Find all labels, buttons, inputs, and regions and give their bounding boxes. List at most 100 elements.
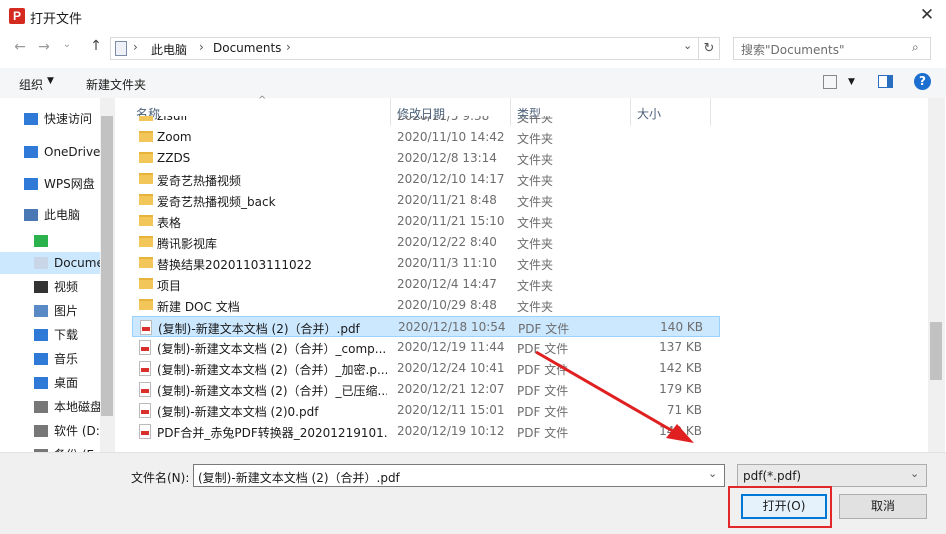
- close-icon[interactable]: ✕: [916, 5, 938, 25]
- file-row[interactable]: (复制)-新建文本文档 (2)（合并）_comp... 2020/12/19 11…: [132, 337, 720, 358]
- up-arrow-icon[interactable]: ↑: [86, 38, 106, 54]
- file-row[interactable]: 替换结果20201103111022 2020/11/3 11:10 文件夹: [132, 253, 720, 274]
- file-size: 137 KB: [659, 340, 702, 354]
- drive-icon: [34, 401, 48, 413]
- file-type: 文件夹: [517, 300, 554, 314]
- pdf-file-icon: [139, 403, 151, 418]
- file-type: 文件夹: [517, 279, 554, 293]
- green-app-icon: [34, 235, 48, 247]
- sidebar-item[interactable]: 图片: [0, 300, 100, 322]
- file-row[interactable]: 项目 2020/12/4 14:47 文件夹: [132, 274, 720, 295]
- breadcrumb-separator-icon: ›: [286, 40, 291, 54]
- nav-scrollbar[interactable]: [100, 98, 115, 453]
- sidebar-item-label: 图片: [54, 304, 79, 318]
- pdf-file-icon: [139, 361, 151, 376]
- navigation-pane: 快速访问 OneDrive WPS网盘此电脑 Docume 视频图片下载音乐桌面本地磁盘…: [0, 98, 116, 453]
- sidebar-item[interactable]: 此电脑: [0, 204, 100, 226]
- file-size: 142 KB: [659, 361, 702, 375]
- filename-value: (复制)-新建文本文档 (2)（合并）.pdf: [198, 471, 400, 485]
- file-type-select[interactable]: pdf(*.pdf) ⌄: [737, 464, 927, 487]
- file-row[interactable]: zisuil 2020/11/5 9:38 文件夹: [132, 116, 720, 127]
- sidebar-item[interactable]: WPS网盘: [0, 173, 100, 195]
- sidebar-item[interactable]: 本地磁盘: [0, 396, 100, 418]
- sidebar-item-label: 本地磁盘: [54, 400, 100, 414]
- pdf-file-icon: [139, 340, 151, 355]
- sidebar-item[interactable]: 快速访问: [0, 108, 100, 130]
- sidebar-item[interactable]: 视频: [0, 276, 100, 298]
- filename-label: 文件名(N):: [131, 471, 190, 485]
- file-date: 2020/11/3 11:10: [397, 256, 497, 270]
- folder-icon: [139, 131, 153, 142]
- toolbar: 组织 ▼ 新建文件夹 ▼ ?: [0, 68, 946, 98]
- file-row[interactable]: (复制)-新建文本文档 (2)0.pdf 2020/12/11 15:01 PDF …: [132, 400, 720, 421]
- file-date: 2020/11/10 14:42: [397, 130, 505, 144]
- sidebar-item-label: OneDrive: [44, 145, 100, 159]
- file-row[interactable]: 表格 2020/11/21 15:10 文件夹: [132, 211, 720, 232]
- file-date: 2020/12/21 12:07: [397, 382, 505, 396]
- pdf-file-icon: [139, 424, 151, 439]
- list-scrollbar[interactable]: [928, 98, 945, 452]
- file-row[interactable]: (复制)-新建文本文档 (2)（合并）_加密.p... 2020/12/24 10…: [132, 358, 720, 379]
- file-name: 腾讯影视库: [157, 237, 218, 251]
- breadcrumb-this-pc[interactable]: 此电脑: [151, 41, 187, 58]
- filename-input[interactable]: (复制)-新建文本文档 (2)（合并）.pdf ⌄: [193, 464, 725, 487]
- refresh-icon[interactable]: ↻: [698, 37, 720, 60]
- file-type: 文件夹: [517, 153, 554, 167]
- sidebar-item[interactable]: 下载: [0, 324, 100, 346]
- organize-menu[interactable]: 组织: [19, 76, 43, 93]
- sidebar-item-label: Docume: [54, 256, 100, 270]
- address-dropdown-icon[interactable]: ⌄: [683, 39, 692, 52]
- file-row[interactable]: (复制)-新建文本文档 (2)（合并）_已压缩... 2020/12/21 12:…: [132, 379, 720, 400]
- new-folder-button[interactable]: 新建文件夹: [86, 76, 146, 93]
- cloud-icon: [24, 146, 38, 158]
- sidebar-item-label: 快速访问: [44, 112, 93, 126]
- cancel-button[interactable]: 取消: [839, 494, 927, 519]
- list-scroll-thumb[interactable]: [930, 322, 942, 380]
- open-button-highlight-box: [728, 486, 832, 528]
- folder-icon: [139, 299, 153, 310]
- breadcrumb-documents[interactable]: Documents: [213, 41, 281, 55]
- file-type-chevron-icon[interactable]: ⌄: [910, 467, 919, 480]
- file-name: Zoom: [157, 130, 192, 144]
- search-input[interactable]: 搜索"Documents" ⌕: [733, 37, 931, 60]
- recent-chevron-icon[interactable]: ⌄: [57, 39, 77, 50]
- file-name: ZZDS: [157, 151, 191, 165]
- sidebar-item[interactable]: OneDrive: [0, 141, 100, 163]
- file-row[interactable]: PDF合并_赤兔PDF转换器_20201219101... 2020/12/19 …: [132, 421, 720, 442]
- address-bar[interactable]: › 此电脑 › Documents › ⌄: [110, 37, 699, 60]
- folder-icon: [139, 152, 153, 163]
- view-options-icon[interactable]: [823, 75, 837, 89]
- file-row[interactable]: ZZDS 2020/12/8 13:14 文件夹: [132, 148, 720, 169]
- nav-scroll-thumb[interactable]: [101, 116, 113, 416]
- file-date: 2020/12/18 10:54: [398, 320, 506, 334]
- file-date: 2020/11/5 9:38: [397, 116, 490, 123]
- sidebar-item-label: 视频: [54, 280, 79, 294]
- forward-arrow-icon[interactable]: →: [34, 39, 54, 55]
- sidebar-item[interactable]: [0, 230, 100, 252]
- file-name: 替换结果20201103111022: [157, 258, 312, 272]
- file-row[interactable]: 爱奇艺热播视频_back 2020/11/21 8:48 文件夹: [132, 190, 720, 211]
- organize-chevron-icon[interactable]: ▼: [47, 76, 54, 86]
- help-icon[interactable]: ?: [914, 73, 931, 90]
- file-row[interactable]: 爱奇艺热播视频 2020/12/10 14:17 文件夹: [132, 169, 720, 190]
- window-title: 打开文件: [30, 12, 83, 27]
- view-chevron-icon[interactable]: ▼: [848, 77, 855, 87]
- back-arrow-icon[interactable]: ←: [10, 39, 30, 55]
- file-row[interactable]: (复制)-新建文本文档 (2)（合并）.pdf 2020/12/18 10:54 P…: [132, 316, 720, 337]
- file-row[interactable]: Zoom 2020/11/10 14:42 文件夹: [132, 127, 720, 148]
- filename-dropdown-icon[interactable]: ⌄: [708, 467, 717, 480]
- file-row[interactable]: 腾讯影视库 2020/12/22 8:40 文件夹: [132, 232, 720, 253]
- sidebar-item[interactable]: Docume: [0, 252, 100, 274]
- file-name: zisuil: [157, 116, 188, 123]
- sidebar-item-label: 音乐: [54, 352, 79, 366]
- cloud-icon: [24, 178, 38, 190]
- sidebar-item-label: 桌面: [54, 376, 79, 390]
- file-name: 新建 DOC 文档: [157, 300, 240, 314]
- sidebar-item[interactable]: 音乐: [0, 348, 100, 370]
- file-row[interactable]: 新建 DOC 文档 2020/10/29 8:48 文件夹: [132, 295, 720, 316]
- sidebar-item[interactable]: 软件 (D:: [0, 420, 100, 442]
- preview-pane-icon[interactable]: [878, 75, 893, 88]
- sidebar-item[interactable]: 桌面: [0, 372, 100, 394]
- search-icon[interactable]: ⌕: [912, 40, 919, 55]
- folder-icon: [139, 173, 153, 184]
